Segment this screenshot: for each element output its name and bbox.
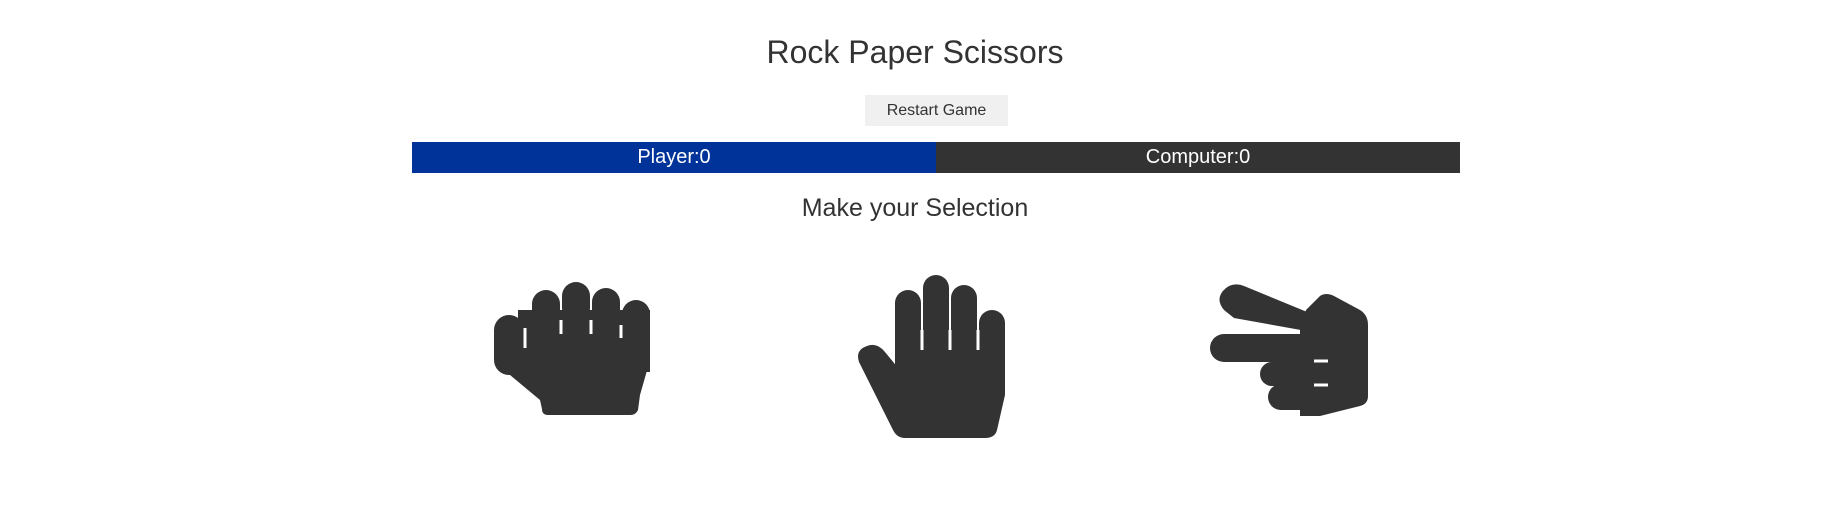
rock-hand-icon	[494, 282, 650, 415]
player-score: Player:0	[412, 142, 936, 173]
page-title: Rock Paper Scissors	[766, 34, 1064, 70]
selection-prompt: Make your Selection	[801, 194, 1029, 222]
scissors-hand-icon	[1210, 284, 1368, 416]
paper-choice[interactable]	[855, 270, 1035, 450]
game-page: Rock Paper Scissors Restart Game Player:…	[0, 0, 1830, 520]
scissors-choice[interactable]	[1210, 270, 1390, 450]
scoreboard: Player:0 Computer:0	[412, 142, 1460, 173]
restart-game-button[interactable]: Restart Game	[865, 95, 1008, 126]
computer-score: Computer:0	[936, 142, 1460, 173]
paper-hand-icon	[858, 275, 1005, 438]
rock-choice[interactable]	[490, 270, 670, 450]
